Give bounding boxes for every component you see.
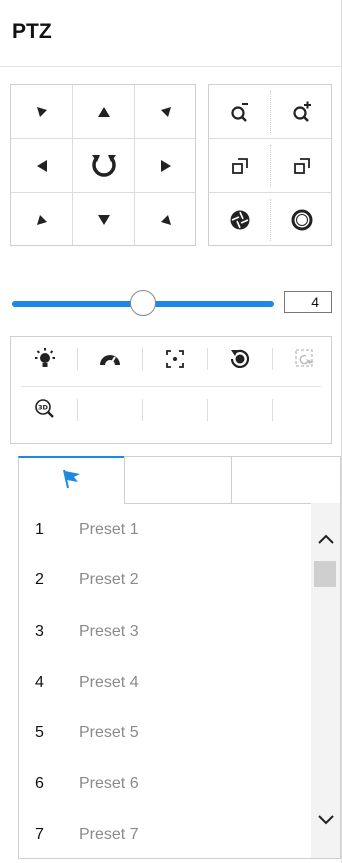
zoom-in-button[interactable] [271,85,333,139]
speed-value: 4 [284,291,332,313]
preset-name: Preset 2 [79,571,139,588]
tab-preset[interactable] [18,456,125,504]
preset-number: 7 [35,826,44,843]
chevron-down-icon [318,815,334,825]
arrow-up-right-icon [161,107,171,117]
lens-controls [208,84,332,246]
arrow-down-right-icon [161,215,171,225]
pan-up-left-button[interactable] [11,85,73,139]
lens-init-icon [230,349,250,368]
auto-pan-button[interactable] [73,139,135,193]
preset-number: 4 [35,674,44,691]
chevron-up-icon [318,534,334,544]
arrow-down-icon [98,215,110,225]
pan-down-button[interactable] [73,193,135,247]
list-item[interactable]: 5 Preset 5 [19,708,309,758]
list-scrollbar[interactable] [311,503,340,858]
zoom-out-button[interactable] [209,85,271,139]
divider [272,399,273,421]
pan-down-left-button[interactable] [11,193,73,247]
focus-far-button[interactable] [271,139,333,193]
ptz-panel: PTZ 4 3D 1 Preset 1 2 Preset 2 3 Preset … [0,0,342,863]
focus-frame-icon [166,350,184,368]
divider [21,386,321,387]
arrow-up-left-icon [37,107,47,117]
preset-number: 1 [35,521,44,538]
preset-number: 2 [35,571,44,588]
divider [142,399,143,421]
manual-track-button[interactable] [273,339,337,379]
preset-name: Preset 7 [79,826,139,843]
preset-name: Preset 6 [79,775,139,792]
focus-near-icon [232,158,248,174]
preset-name: Preset 1 [79,521,139,538]
flag-icon [63,469,80,489]
pan-up-button[interactable] [73,85,135,139]
iris-open-button[interactable] [271,193,333,247]
preset-tabs [18,456,341,504]
preset-name: Preset 4 [79,674,139,691]
divider [207,399,208,421]
rotate-icon [92,155,116,177]
arrow-down-left-icon [37,215,47,225]
preset-name: Preset 3 [79,623,139,640]
zoom-in-icon [293,101,311,122]
preset-list: 1 Preset 1 2 Preset 2 3 Preset 3 4 Prese… [18,503,341,859]
track-icon [295,349,314,367]
scroll-down-button[interactable] [314,810,338,830]
list-item[interactable]: 2 Preset 2 [19,555,309,605]
list-item[interactable]: 3 Preset 3 [19,607,309,657]
wiper-icon [100,355,120,366]
divider [77,399,78,421]
tab-pattern[interactable] [231,456,341,504]
preset-number: 6 [35,775,44,792]
pan-right-button[interactable] [135,139,197,193]
title-divider [0,66,342,67]
focus-far-icon [294,158,310,174]
preset-number: 5 [35,724,44,741]
list-item[interactable]: 6 Preset 6 [19,759,309,809]
pan-down-right-button[interactable] [135,193,197,247]
arrow-left-icon [37,160,47,172]
preset-name: Preset 5 [79,724,139,741]
focus-near-button[interactable] [209,139,271,193]
iris-close-button[interactable] [209,193,271,247]
light-button[interactable] [13,339,77,379]
preset-number: 3 [35,623,44,640]
lens-init-button[interactable] [208,339,272,379]
zoom-out-icon [231,103,248,122]
arrow-up-icon [98,107,110,117]
scrollbar-thumb[interactable] [314,561,336,587]
tab-patrol[interactable] [124,456,232,504]
light-icon [35,348,55,367]
wiper-button[interactable] [78,339,142,379]
pan-left-button[interactable] [11,139,73,193]
one-touch-focus-button[interactable] [143,339,207,379]
speed-slider-thumb[interactable] [130,290,156,316]
iris-open-icon [291,209,313,231]
3d-zoom-icon: 3D [35,399,54,418]
arrow-right-icon [161,160,171,172]
3d-zoom-button[interactable]: 3D [13,389,77,429]
list-item[interactable]: 7 Preset 7 [19,810,309,858]
pan-up-right-button[interactable] [135,85,197,139]
svg-text:3D: 3D [38,404,49,412]
direction-pad [10,84,196,246]
list-item[interactable]: 1 Preset 1 [19,505,309,555]
function-toolbar: 3D [10,336,332,444]
list-item[interactable]: 4 Preset 4 [19,658,309,708]
scroll-up-button[interactable] [314,529,338,549]
panel-title: PTZ [12,20,52,43]
iris-close-icon [230,210,250,230]
